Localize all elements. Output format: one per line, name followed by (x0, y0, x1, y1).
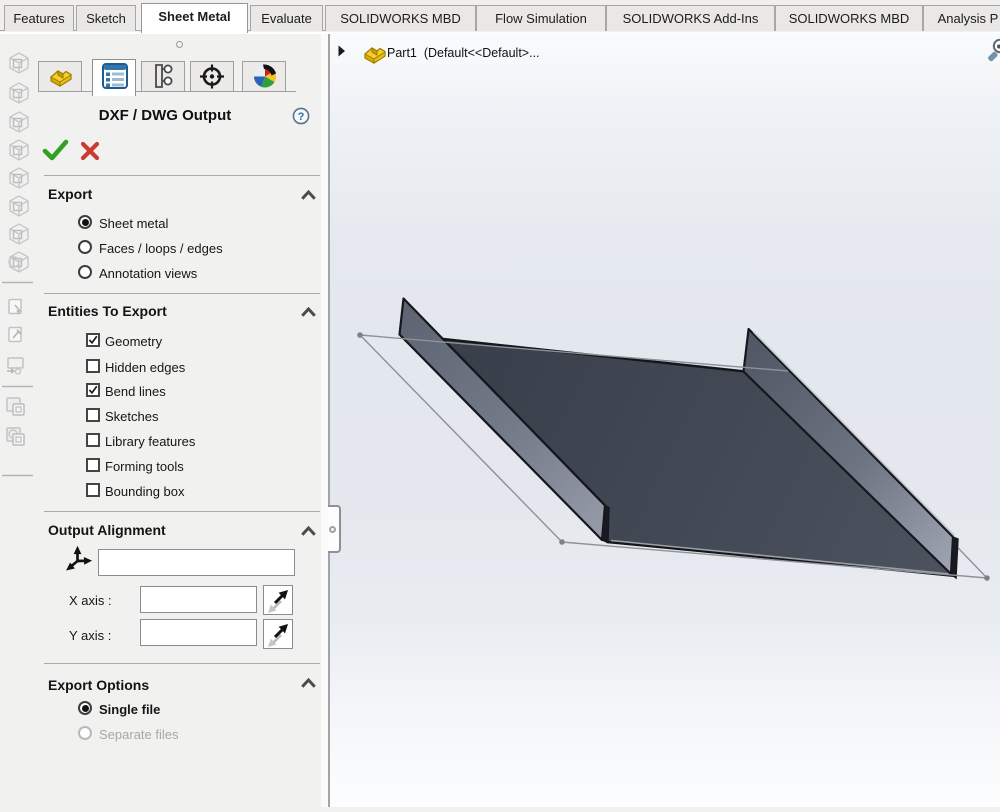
svg-text:?: ? (298, 111, 305, 123)
svg-text:Part1 (Default<<Default>...: Part1 (Default<<Default>... (387, 46, 540, 60)
